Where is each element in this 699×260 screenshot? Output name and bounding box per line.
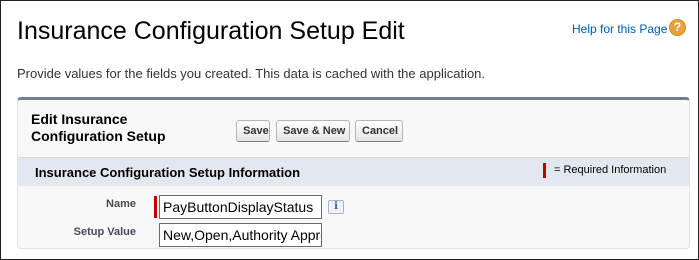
setup-value-input[interactable]: New,Open,Authority Approved	[159, 223, 322, 247]
edit-panel: Edit Insurance Configuration Setup Save …	[17, 97, 690, 249]
info-icon[interactable]: i	[328, 200, 344, 214]
question-mark-icon[interactable]: ?	[669, 19, 686, 36]
required-marker-legend	[543, 163, 546, 178]
section-title: Insurance Configuration Setup Informatio…	[35, 165, 301, 180]
page-title: Insurance Configuration Setup Edit	[17, 17, 405, 45]
panel-title: Edit Insurance Configuration Setup	[31, 111, 166, 144]
section-header: Insurance Configuration Setup Informatio…	[18, 157, 689, 186]
help-for-this-page-link[interactable]: Help for this Page	[572, 22, 667, 36]
cancel-button[interactable]: Cancel	[355, 120, 403, 142]
save-button[interactable]: Save	[236, 120, 270, 142]
intro-text: Provide values for the fields you create…	[17, 66, 486, 81]
setup-value-label: Setup Value	[73, 226, 136, 238]
save-and-new-button[interactable]: Save & New	[276, 120, 350, 142]
required-marker	[154, 196, 157, 218]
name-label: Name	[106, 198, 136, 210]
name-input[interactable]: PayButtonDisplayStatus	[159, 195, 322, 219]
required-information-legend: = Required Information	[554, 164, 667, 176]
